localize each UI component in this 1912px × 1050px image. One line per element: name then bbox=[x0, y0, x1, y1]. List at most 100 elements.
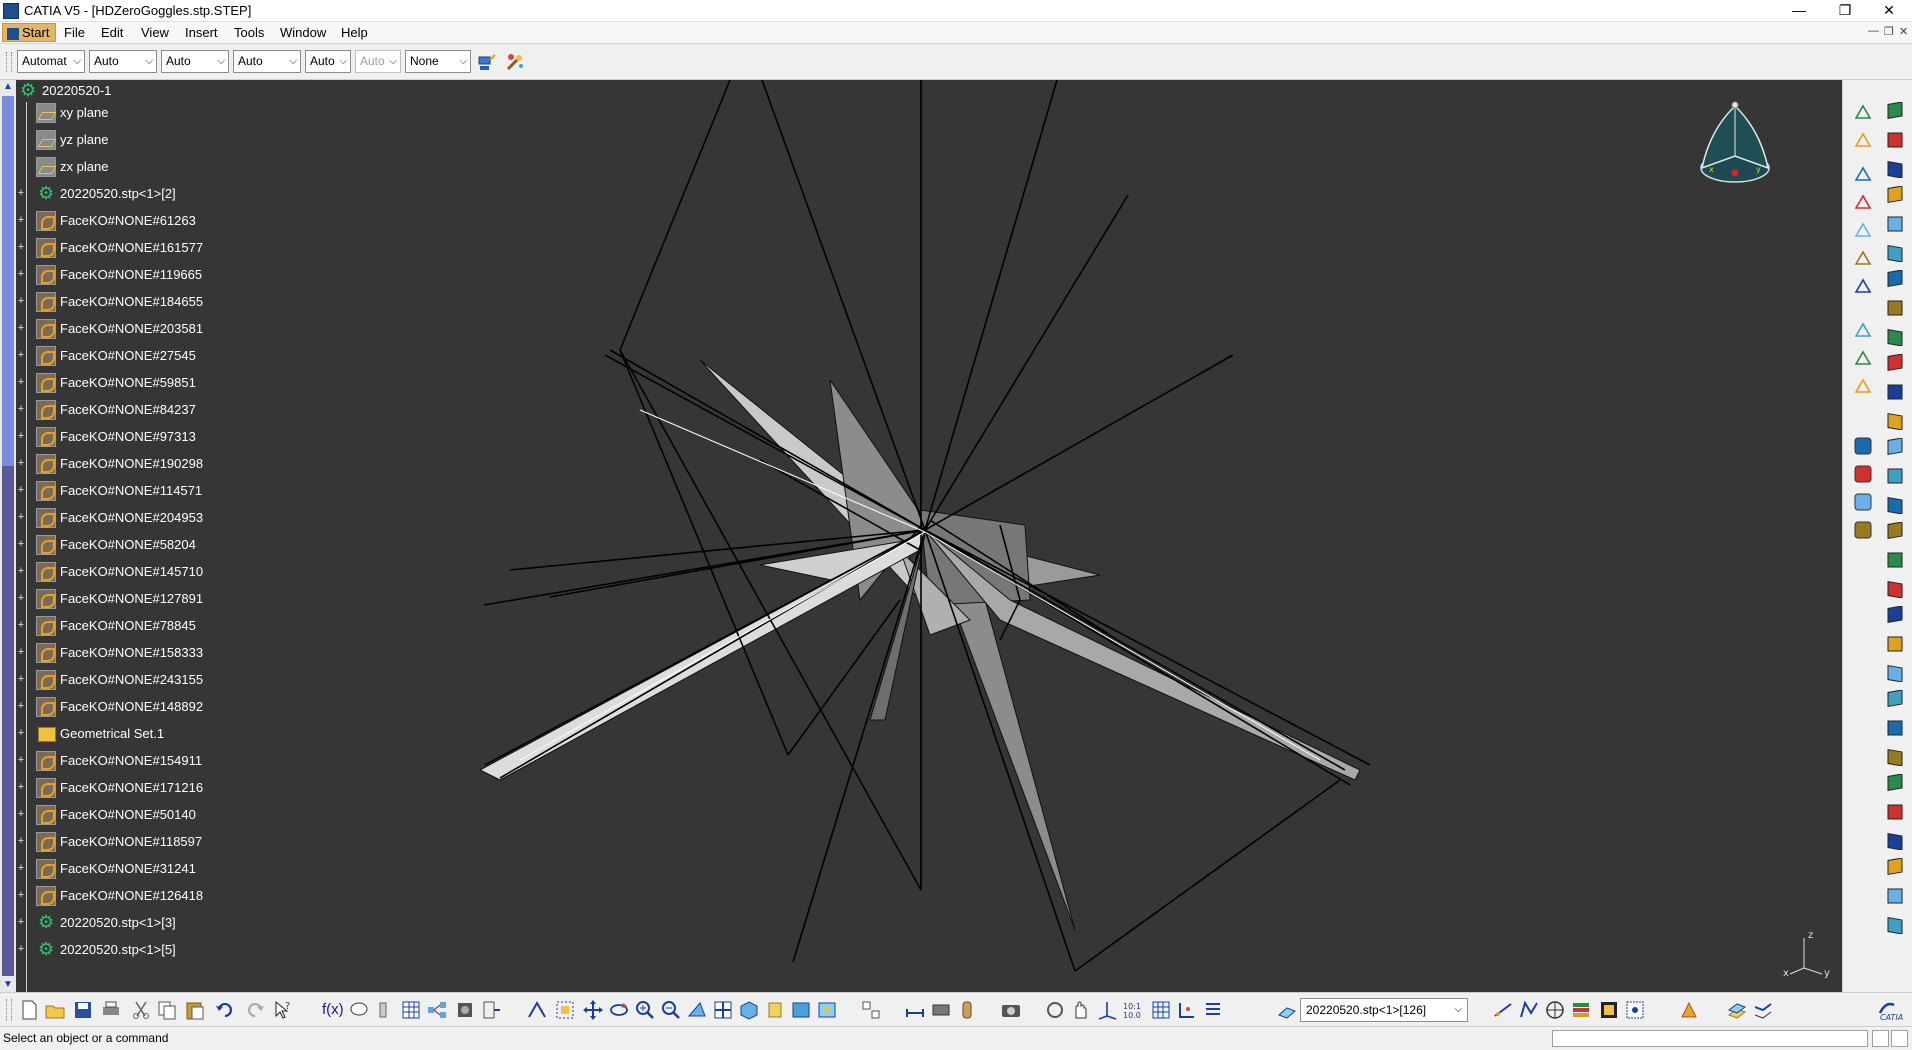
layer-filter-icon[interactable] bbox=[1202, 999, 1224, 1021]
tree-expander-icon[interactable]: + bbox=[16, 296, 26, 307]
tolerance-icon[interactable] bbox=[372, 999, 394, 1021]
part-design-icon[interactable] bbox=[1544, 999, 1566, 1021]
tree-expander-icon[interactable]: + bbox=[16, 647, 26, 658]
workbench-tool-icon[interactable] bbox=[1885, 746, 1905, 766]
tree-expander-icon[interactable] bbox=[16, 107, 26, 117]
paint-icon[interactable] bbox=[1853, 248, 1873, 268]
design-table-icon[interactable] bbox=[400, 999, 422, 1021]
knowledge-icon[interactable] bbox=[1853, 520, 1873, 540]
undo-icon[interactable] bbox=[214, 999, 236, 1021]
spin-icon[interactable] bbox=[1044, 999, 1066, 1021]
workbench-tool-icon[interactable] bbox=[1885, 522, 1905, 542]
maximize-button[interactable]: ❐ bbox=[1822, 0, 1868, 22]
scroll-track[interactable] bbox=[2, 466, 14, 976]
workbench-tool-icon[interactable] bbox=[1885, 494, 1905, 514]
point-symbol-combo[interactable]: Auto ⌵ bbox=[305, 50, 351, 73]
dimension-icon[interactable] bbox=[1853, 276, 1873, 296]
workbench-tool-icon[interactable] bbox=[1885, 130, 1905, 150]
scroll-thumb[interactable] bbox=[2, 96, 14, 466]
copy-icon[interactable] bbox=[156, 999, 178, 1021]
workbench-tool-icon[interactable] bbox=[1885, 354, 1905, 374]
print-icon[interactable] bbox=[100, 999, 122, 1021]
tree-expander-icon[interactable]: + bbox=[16, 917, 26, 928]
hand-icon[interactable] bbox=[1070, 999, 1092, 1021]
menu-tools[interactable]: Tools bbox=[234, 25, 264, 40]
close-button[interactable]: ✕ bbox=[1866, 0, 1912, 22]
tree-expander-icon[interactable] bbox=[16, 134, 26, 144]
tree-expander-icon[interactable]: + bbox=[16, 701, 26, 712]
points-icon[interactable] bbox=[1492, 999, 1514, 1021]
mdi-restore-button[interactable]: ❐ bbox=[1884, 25, 1894, 38]
status-button-1[interactable] bbox=[1872, 1030, 1889, 1047]
catia-app-icon[interactable] bbox=[3, 3, 19, 19]
shading-icon[interactable] bbox=[764, 999, 786, 1021]
workbench-tool-icon[interactable] bbox=[1885, 718, 1905, 738]
sketch-icon[interactable] bbox=[1518, 999, 1540, 1021]
workbench-tool-icon[interactable] bbox=[1885, 326, 1905, 346]
grid-icon[interactable] bbox=[1150, 999, 1172, 1021]
surface-analysis-icon[interactable] bbox=[1752, 999, 1774, 1021]
tree-expander-icon[interactable]: + bbox=[16, 620, 26, 631]
paste-icon[interactable] bbox=[184, 999, 206, 1021]
toolbar-grip[interactable] bbox=[6, 52, 12, 72]
color-combo[interactable]: Automat ⌵ bbox=[17, 50, 85, 73]
workbench-tool-icon[interactable] bbox=[1885, 802, 1905, 822]
tree-expander-icon[interactable]: + bbox=[16, 782, 26, 793]
annotation-icon[interactable] bbox=[1853, 164, 1873, 184]
selection-combo[interactable]: 20220520.stp<1>[126] ⌵ bbox=[1300, 998, 1468, 1022]
point-icon[interactable] bbox=[1853, 320, 1873, 340]
workbench-tool-icon[interactable] bbox=[1885, 298, 1905, 318]
work-on-support-icon[interactable] bbox=[1276, 999, 1298, 1021]
comment-icon[interactable] bbox=[348, 999, 370, 1021]
workbench-tool-icon[interactable] bbox=[1885, 914, 1905, 934]
catalog-icon[interactable] bbox=[1598, 999, 1620, 1021]
workbench-tool-icon[interactable] bbox=[1885, 774, 1905, 794]
measure-item-icon[interactable] bbox=[930, 999, 952, 1021]
grid-pattern-icon[interactable] bbox=[1624, 999, 1646, 1021]
window-icon[interactable] bbox=[1853, 130, 1873, 150]
workbench-tool-icon[interactable] bbox=[1885, 606, 1905, 626]
workbench-tool-icon[interactable] bbox=[1885, 550, 1905, 570]
format-painter-icon[interactable] bbox=[476, 51, 498, 73]
tree-expander-icon[interactable]: + bbox=[16, 755, 26, 766]
redo-icon[interactable] bbox=[244, 999, 266, 1021]
mdi-minimize-button[interactable]: — bbox=[1868, 25, 1879, 37]
capture-icon[interactable] bbox=[1000, 999, 1022, 1021]
mdi-close-button[interactable]: ✕ bbox=[1899, 25, 1908, 38]
workbench-tool-icon[interactable] bbox=[1885, 242, 1905, 262]
hide-show-icon[interactable] bbox=[790, 999, 812, 1021]
tree-expander-icon[interactable]: + bbox=[16, 377, 26, 388]
tree-expander-icon[interactable]: + bbox=[16, 215, 26, 226]
workbench-tool-icon[interactable] bbox=[1885, 858, 1905, 878]
workbench-tool-icon[interactable] bbox=[1885, 886, 1905, 906]
layer-combo[interactable]: None ⌵ bbox=[405, 50, 471, 73]
measure-between-icon[interactable] bbox=[904, 999, 926, 1021]
new-document-icon[interactable] bbox=[18, 999, 40, 1021]
menu-window[interactable]: Window bbox=[280, 25, 326, 40]
menu-view[interactable]: View bbox=[141, 25, 169, 40]
tree-expander-icon[interactable]: + bbox=[16, 188, 26, 199]
workbench-tool-icon[interactable] bbox=[1885, 690, 1905, 710]
fly-mode-icon[interactable] bbox=[526, 999, 548, 1021]
tree-expander-icon[interactable]: + bbox=[16, 539, 26, 550]
workbench-tool-icon[interactable] bbox=[1885, 634, 1905, 654]
swap-visible-space-icon[interactable] bbox=[816, 999, 838, 1021]
measure-inertia-icon[interactable] bbox=[956, 999, 978, 1021]
product-manager-icon[interactable] bbox=[480, 999, 502, 1021]
pan-icon[interactable] bbox=[582, 999, 604, 1021]
tree-expander-icon[interactable]: + bbox=[16, 890, 26, 901]
materials-icon[interactable] bbox=[1678, 999, 1700, 1021]
tree-expander-icon[interactable]: + bbox=[16, 944, 26, 955]
catalog-tool-icon[interactable] bbox=[1853, 220, 1873, 240]
workbench-tool-icon[interactable] bbox=[1885, 214, 1905, 234]
surface-faces[interactable] bbox=[478, 359, 1361, 931]
workbench-tool-icon[interactable] bbox=[1885, 186, 1905, 206]
instance-icon[interactable] bbox=[1853, 464, 1873, 484]
axis-system-icon[interactable] bbox=[1096, 999, 1118, 1021]
workbench-tool-icon[interactable] bbox=[1885, 466, 1905, 486]
status-button-2[interactable] bbox=[1891, 1030, 1908, 1047]
normal-view-icon[interactable] bbox=[686, 999, 708, 1021]
tree-expander-icon[interactable]: + bbox=[16, 431, 26, 442]
minimize-button[interactable]: — bbox=[1776, 0, 1822, 22]
formula-icon[interactable]: f(x) bbox=[322, 999, 344, 1021]
